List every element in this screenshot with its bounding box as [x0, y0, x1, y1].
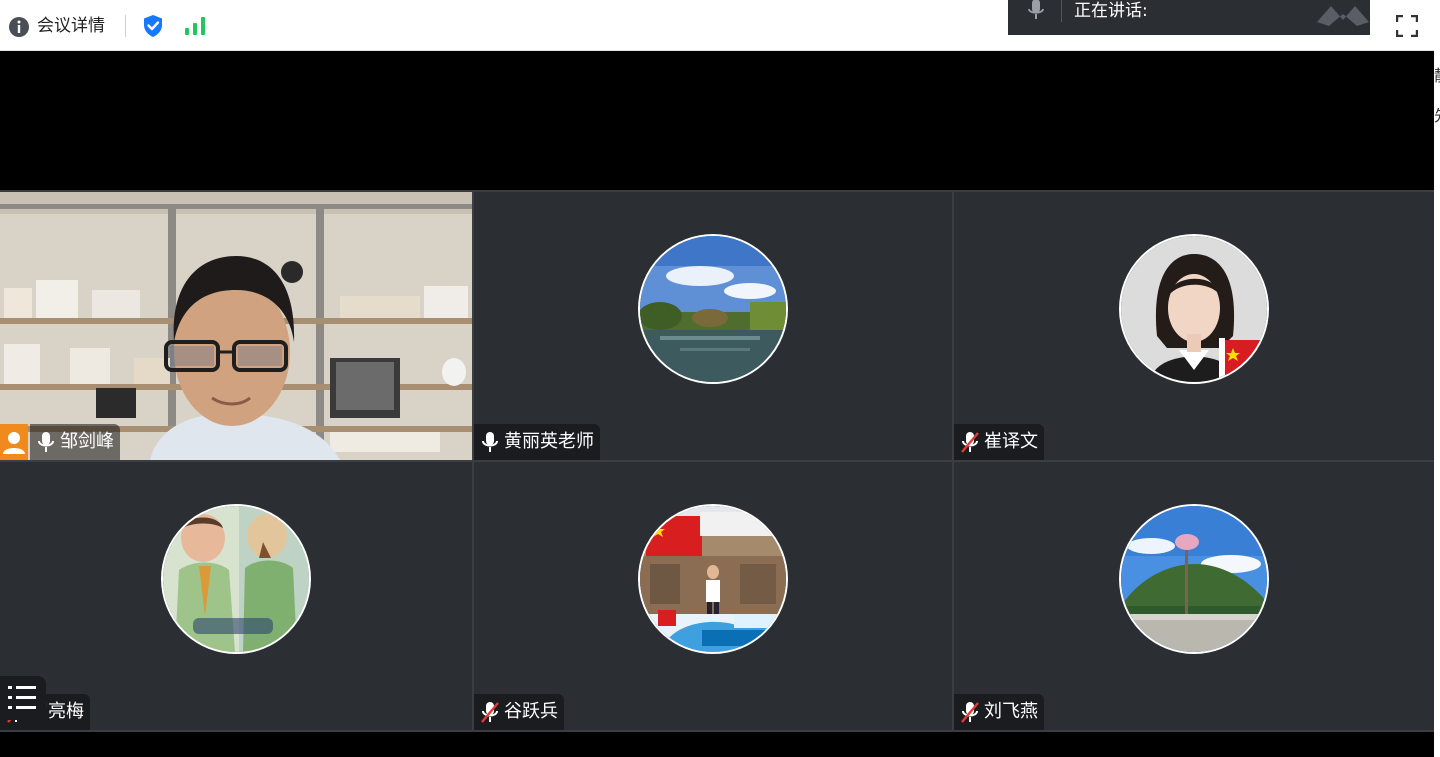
user-icon [3, 432, 25, 454]
microphone-icon [38, 432, 54, 452]
participant-tile[interactable]: 罗亮梅 [0, 462, 472, 730]
avatar [638, 504, 788, 654]
participant-tile[interactable]: 谷跃兵 [474, 462, 952, 730]
participant-nametag: 刘飞燕 [954, 694, 1044, 730]
participant-name: 邹剑峰 [60, 431, 114, 452]
speaking-label: 正在讲话: [1074, 1, 1148, 21]
cut-text: 静 [1434, 62, 1440, 86]
divider [1061, 0, 1062, 22]
fullscreen-icon[interactable] [1396, 15, 1418, 37]
video-grid: 邹剑峰 黄丽英老师 崔译文 罗亮梅 谷跃兵 刘飞燕 [0, 190, 1434, 732]
participant-name: 刘飞燕 [984, 701, 1038, 722]
participant-nametag: 崔译文 [954, 424, 1044, 460]
avatar [638, 234, 788, 384]
avatar [161, 504, 311, 654]
shield-check-icon[interactable] [142, 14, 164, 38]
avatar [1119, 504, 1269, 654]
list-menu-icon [8, 686, 36, 709]
participant-nametag: 邹剑峰 [30, 424, 120, 460]
participant-tile[interactable]: 崔译文 [954, 192, 1434, 460]
participant-list-button[interactable] [0, 676, 46, 720]
microphone-icon [1028, 0, 1044, 19]
microphone-muted-icon [481, 702, 499, 723]
microphone-muted-icon [961, 702, 979, 723]
participant-nametag: 谷跃兵 [474, 694, 564, 730]
microphone-icon [482, 432, 498, 452]
participant-video [0, 192, 472, 460]
participant-tile[interactable]: 邹剑峰 [0, 192, 472, 460]
signal-bars-icon[interactable] [183, 16, 207, 36]
participant-name: 黄丽英老师 [504, 431, 594, 452]
host-badge [0, 424, 28, 460]
divider [125, 15, 126, 37]
app-logo-icon [1317, 6, 1369, 26]
participant-tile[interactable]: 刘飞燕 [954, 462, 1434, 730]
cut-text: 先 [1434, 102, 1440, 126]
right-panel-edge: 静 先 [1434, 0, 1440, 757]
microphone-muted-icon [961, 432, 979, 453]
meeting-details-link[interactable]: 会议详情 [37, 15, 105, 37]
participant-name: 崔译文 [984, 431, 1038, 452]
participant-name: 谷跃兵 [504, 701, 558, 722]
participant-nametag: 黄丽英老师 [474, 424, 600, 460]
info-icon[interactable] [8, 16, 30, 38]
active-speaker-bar: 正在讲话: [1008, 0, 1370, 35]
avatar [1119, 234, 1269, 384]
participant-tile[interactable]: 黄丽英老师 [474, 192, 952, 460]
